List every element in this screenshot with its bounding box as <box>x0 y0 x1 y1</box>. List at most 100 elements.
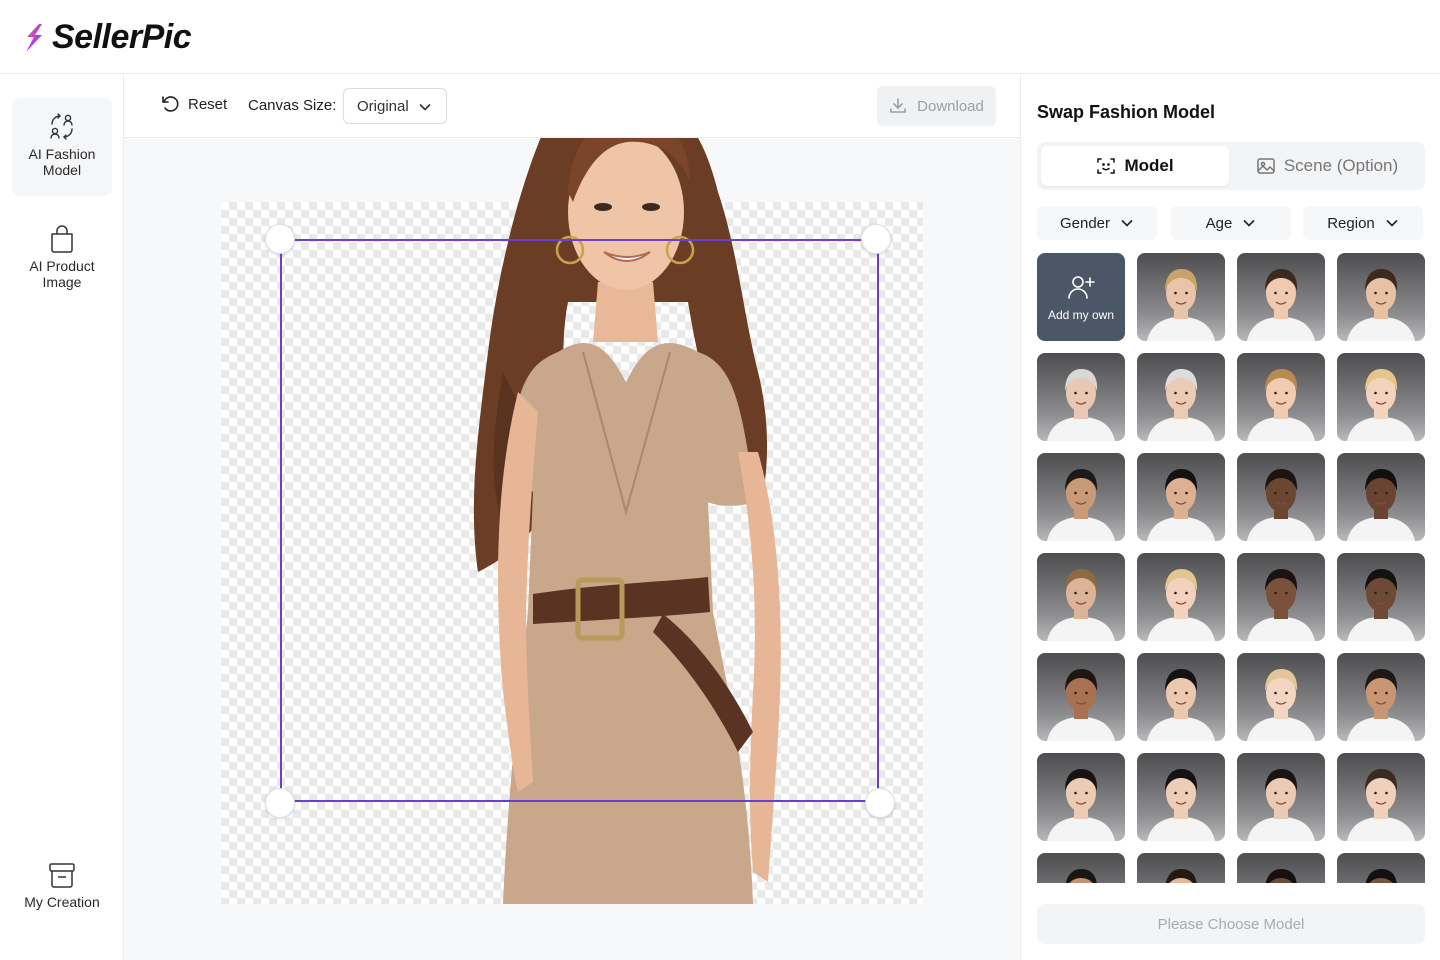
chevron-down-icon <box>1386 219 1398 227</box>
model-portrait <box>1047 769 1115 841</box>
model-thumbnail[interactable] <box>1137 253 1225 341</box>
model-portrait <box>1147 469 1215 541</box>
choose-model-label: Please Choose Model <box>1157 915 1305 933</box>
model-thumbnail[interactable] <box>1237 753 1325 841</box>
model-thumbnail[interactable] <box>1337 753 1425 841</box>
model-thumbnail[interactable] <box>1137 853 1225 883</box>
panel-title: Swap Fashion Model <box>1037 102 1216 122</box>
model-thumbnail[interactable] <box>1037 353 1125 441</box>
crop-handle-bottom-left[interactable] <box>265 788 295 818</box>
model-thumbnail[interactable] <box>1137 353 1225 441</box>
model-portrait <box>1347 769 1415 841</box>
model-portrait <box>1347 669 1415 741</box>
sidebar-item-label: My Creation <box>24 894 100 910</box>
shopping-bag-icon <box>51 225 73 253</box>
download-icon <box>890 98 906 113</box>
model-portrait <box>1347 569 1415 641</box>
model-portrait <box>1347 469 1415 541</box>
chevron-down-icon <box>1243 219 1255 227</box>
crop-handle-top-right[interactable] <box>861 224 891 254</box>
model-portrait <box>1047 369 1115 441</box>
reset-icon <box>162 96 179 112</box>
model-portrait <box>1047 569 1115 641</box>
region-filter-label: Region <box>1327 214 1375 232</box>
chevron-down-icon <box>1121 219 1133 227</box>
add-my-own-button[interactable]: Add my own <box>1037 253 1125 341</box>
face-scan-icon <box>1097 158 1116 174</box>
fashion-model-icon <box>50 113 73 140</box>
gender-filter[interactable]: Gender <box>1037 206 1157 240</box>
editor-canvas-area: Reset Canvas Size: Original Download <box>124 74 1020 960</box>
tab-model[interactable]: Model <box>1041 146 1229 186</box>
model-thumbnail[interactable] <box>1237 453 1325 541</box>
model-thumbnail[interactable] <box>1037 453 1125 541</box>
age-filter-label: Age <box>1205 214 1233 232</box>
reset-label: Reset <box>188 95 228 113</box>
model-portrait <box>1347 269 1415 341</box>
canvas-size-select[interactable]: Original <box>343 88 447 124</box>
model-portrait <box>1147 769 1215 841</box>
model-thumbnail[interactable] <box>1037 853 1125 883</box>
model-portrait <box>1247 669 1315 741</box>
tab-scene-label: Scene (Option) <box>1283 156 1399 175</box>
model-thumbnail[interactable] <box>1337 653 1425 741</box>
model-thumbnail[interactable] <box>1237 353 1325 441</box>
sidebar-item-label: AI Fashion Model <box>28 146 96 178</box>
model-thumbnail[interactable] <box>1337 453 1425 541</box>
model-portrait <box>1247 269 1315 341</box>
model-portrait <box>1147 569 1215 641</box>
sidebar-item-label: AI Product Image <box>29 258 95 290</box>
sellerpic-logo[interactable]: SellerPic <box>22 18 192 57</box>
model-thumbnail[interactable] <box>1137 553 1225 641</box>
tab-model-label: Model <box>1124 156 1174 175</box>
download-label: Download <box>917 97 984 115</box>
image-icon <box>1257 158 1275 174</box>
model-thumbnail[interactable] <box>1237 253 1325 341</box>
age-filter[interactable]: Age <box>1171 206 1291 240</box>
model-thumbnail[interactable] <box>1137 753 1225 841</box>
logo-text: SellerPic <box>52 18 192 56</box>
region-filter[interactable]: Region <box>1303 206 1423 240</box>
model-portrait <box>1065 869 1097 883</box>
sidebar-item-ai-product-image[interactable]: AI Product Image <box>12 210 112 290</box>
model-thumbnail[interactable] <box>1337 253 1425 341</box>
model-portrait <box>1265 869 1297 883</box>
add-my-own-label: Add my own <box>1047 308 1115 322</box>
model-portrait <box>1147 269 1215 341</box>
tab-scene[interactable]: Scene (Option) <box>1233 146 1421 186</box>
model-grid: Add my own <box>1037 253 1427 883</box>
model-thumbnail[interactable] <box>1337 553 1425 641</box>
model-thumbnail[interactable] <box>1337 353 1425 441</box>
sidebar-item-my-creation[interactable]: My Creation <box>12 846 112 910</box>
model-thumbnail[interactable] <box>1237 553 1325 641</box>
model-thumbnail[interactable] <box>1337 853 1425 883</box>
model-portrait <box>1047 469 1115 541</box>
sellerpic-logo-icon <box>26 23 42 52</box>
swap-model-panel: Swap Fashion Model Model Scene (Option) … <box>1020 74 1440 960</box>
add-user-icon <box>1068 276 1095 299</box>
model-portrait <box>1165 869 1197 883</box>
model-portrait <box>1047 669 1115 741</box>
canvas-size-label: Canvas Size: <box>248 97 337 114</box>
sidebar-item-ai-fashion-model[interactable]: AI Fashion Model <box>12 98 112 196</box>
model-portrait <box>1247 769 1315 841</box>
panel-tabs: Model Scene (Option) <box>1037 142 1425 190</box>
crop-box[interactable] <box>280 239 879 802</box>
model-thumbnail[interactable] <box>1137 653 1225 741</box>
crop-handle-top-left[interactable] <box>265 224 295 254</box>
download-button[interactable]: Download <box>877 86 996 126</box>
canvas-size-value: Original <box>357 97 409 115</box>
model-thumbnail[interactable] <box>1237 853 1325 883</box>
model-thumbnail[interactable] <box>1137 453 1225 541</box>
reset-button[interactable]: Reset <box>160 94 227 114</box>
model-thumbnail[interactable] <box>1037 753 1125 841</box>
choose-model-button[interactable]: Please Choose Model <box>1037 904 1425 944</box>
canvas-toolbar: Reset Canvas Size: Original Download <box>124 74 1020 138</box>
model-portrait <box>1365 869 1397 883</box>
gender-filter-label: Gender <box>1059 214 1111 232</box>
crop-handle-bottom-right[interactable] <box>865 788 895 818</box>
model-portrait <box>1147 669 1215 741</box>
model-thumbnail[interactable] <box>1037 553 1125 641</box>
model-thumbnail[interactable] <box>1037 653 1125 741</box>
model-thumbnail[interactable] <box>1237 653 1325 741</box>
